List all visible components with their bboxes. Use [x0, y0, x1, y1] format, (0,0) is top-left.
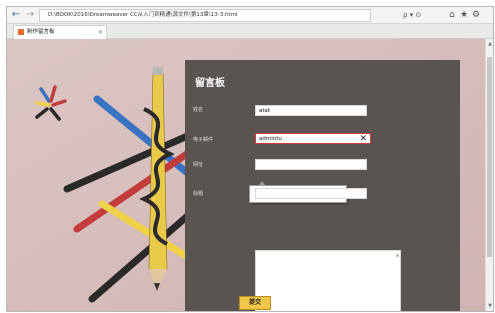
submit-button[interactable]: 提交	[239, 296, 271, 310]
search-refresh-icons[interactable]: ρ ▾ ⊙	[403, 9, 421, 21]
subject-label: 标题	[193, 191, 204, 197]
website-input[interactable]	[255, 159, 367, 170]
tab-close-icon[interactable]: ×	[98, 26, 103, 39]
name-input[interactable]: atat	[255, 105, 367, 116]
home-icon[interactable]: ⌂	[447, 9, 457, 21]
url-field[interactable]: D:\BOOK\2016\Dreamweaver CC从入门到精通\源文件\第1…	[39, 9, 371, 22]
message-label: 留言	[193, 311, 203, 312]
url-text: D:\BOOK\2016\Dreamweaver CC从入门到精通\源文件\第1…	[48, 12, 238, 18]
panel-title: 留言板	[195, 78, 225, 89]
page-favicon-icon	[18, 29, 24, 35]
back-arrow-icon[interactable]: ←	[10, 9, 22, 21]
message-textarea[interactable]: ▲ ◢	[255, 250, 401, 311]
email-label: 电子邮件	[193, 137, 214, 143]
subject-input[interactable]	[255, 188, 367, 199]
email-value: admintu	[259, 136, 282, 142]
textarea-scroll-arrow-icon: ▲	[395, 252, 399, 257]
guestbook-panel: 留言板 姓名 atat 电子邮件 admintu ✕ 网址 请在此输入有效电子邮…	[185, 60, 460, 311]
tab-bar: 制作留言板 ×	[7, 24, 493, 39]
page-viewport: 留言板 姓名 atat 电子邮件 admintu ✕ 网址 请在此输入有效电子邮…	[7, 39, 485, 311]
tab-title: 制作留言板	[27, 29, 55, 35]
favorites-star-icon[interactable]: ★	[459, 9, 469, 21]
website-label: 网址	[193, 162, 204, 168]
browser-window: ← → D:\BOOK\2016\Dreamweaver CC从入门到精通\源文…	[6, 6, 494, 312]
settings-gear-icon[interactable]: ⚙	[471, 9, 481, 21]
name-label: 姓名	[193, 107, 204, 113]
browser-tab[interactable]: 制作留言板 ×	[13, 25, 107, 39]
clear-icon[interactable]: ✕	[359, 133, 367, 145]
email-field[interactable]: admintu ✕	[255, 133, 371, 144]
forward-arrow-icon[interactable]: →	[24, 9, 36, 21]
address-bar: ← → D:\BOOK\2016\Dreamweaver CC从入门到精通\源文…	[7, 7, 493, 24]
scroll-up-arrow-icon[interactable]: ▲	[486, 41, 493, 47]
scrollbar-thumb[interactable]	[487, 57, 492, 257]
scroll-down-arrow-icon[interactable]: ▼	[486, 303, 493, 309]
page-scrollbar[interactable]: ▲ ▼	[485, 39, 493, 311]
